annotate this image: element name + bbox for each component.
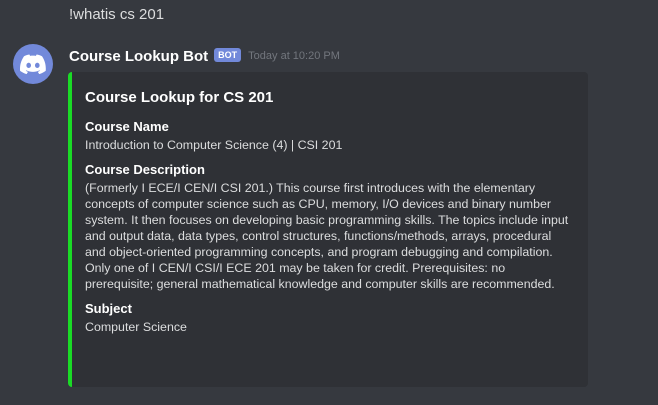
field-value: Introduction to Computer Science (4) | C… [85, 138, 343, 152]
embed-field-subject: Subject Computer Science [85, 300, 574, 335]
discord-logo-icon [20, 54, 46, 74]
message-timestamp[interactable]: Today at 10:20 PM [248, 50, 340, 62]
field-value: Computer Science [85, 320, 187, 334]
bot-tag-badge: BOT [214, 48, 242, 62]
author-name[interactable]: Course Lookup Bot [69, 48, 208, 65]
embed-field-course-name: Course Name Introduction to Computer Sci… [85, 118, 574, 153]
message-header: Course Lookup Bot BOT Today at 10:20 PM [69, 46, 340, 66]
embed-field-course-description: Course Description (Formerly I ECE/I CEN… [85, 161, 574, 292]
bot-avatar[interactable] [13, 44, 53, 84]
course-embed: Course Lookup for CS 201 Course Name Int… [68, 72, 588, 387]
embed-title: Course Lookup for CS 201 [85, 89, 274, 106]
field-name: Course Description [85, 162, 205, 177]
field-name: Subject [85, 301, 132, 316]
field-name: Course Name [85, 119, 169, 134]
field-value: (Formerly I ECE/I CEN/I CSI 201.) This c… [85, 181, 569, 291]
previous-message-text: !whatis cs 201 [69, 6, 165, 23]
